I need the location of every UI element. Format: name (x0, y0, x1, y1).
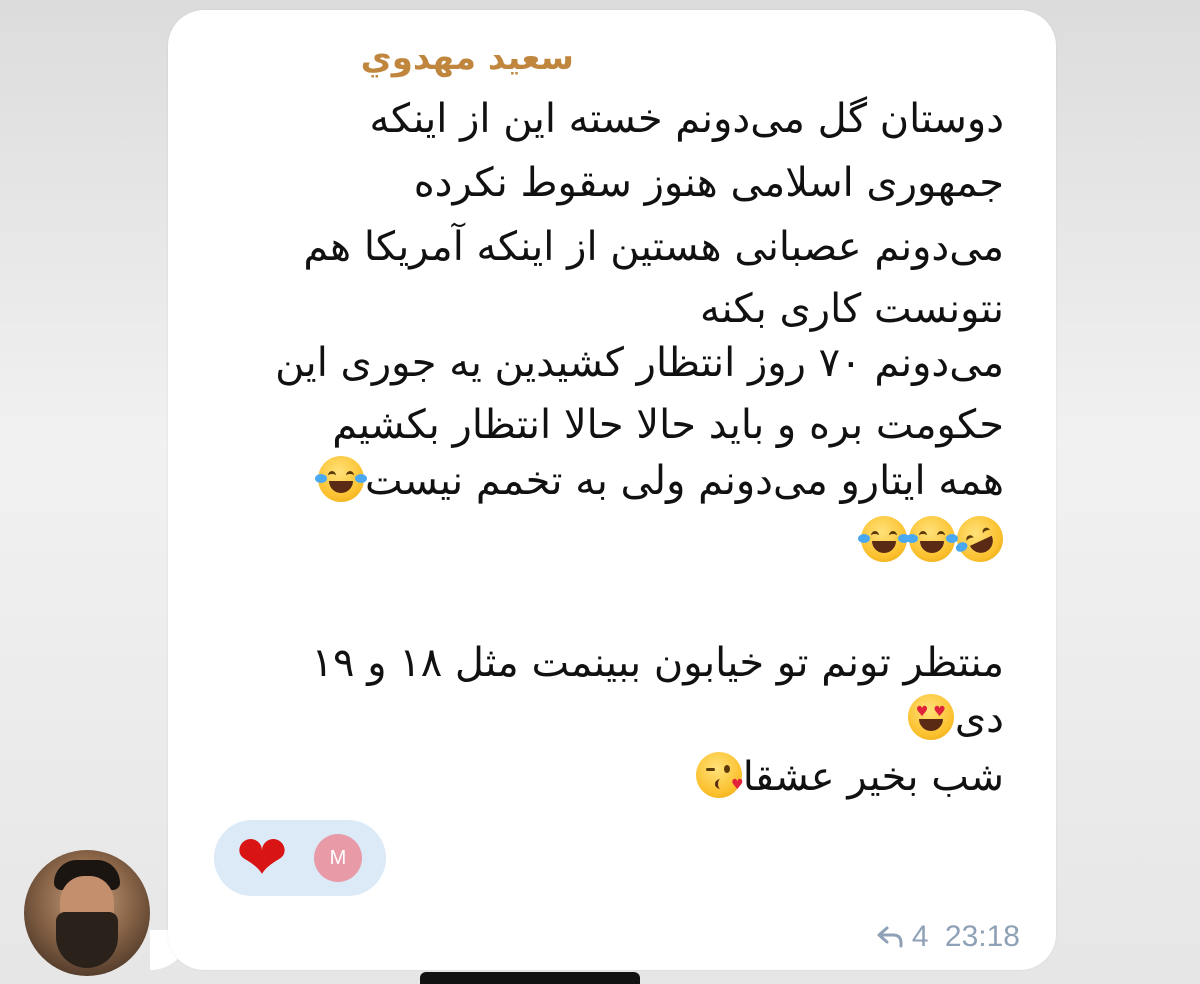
message-line: می‌دونم ۷۰ روز انتظار کشیدین یه جوری این (275, 340, 1004, 386)
message-line: نتونست کاری بکنه (700, 286, 1004, 332)
message-line: دی ♥ ♥ (907, 694, 1004, 742)
smiling-face-with-heart-eyes-icon: ♥ ♥ (907, 694, 954, 740)
sender-avatar[interactable] (24, 850, 150, 976)
face-blowing-a-kiss-icon: ♥ (695, 752, 744, 798)
reply-arrow-icon (877, 926, 903, 948)
reply-count: 4 (911, 920, 929, 953)
message-line: حکومت بره و باید حالا حالا انتظار بکشیم (332, 402, 1004, 448)
reaction-pill[interactable]: ❤ M (214, 820, 386, 896)
emoji-line (858, 508, 1011, 570)
face-with-tears-of-joy-icon (858, 516, 910, 562)
message-line: شب بخیر عشقا ♥ (695, 752, 1004, 800)
message-line: دوستان گل می‌دونم خسته این از اینکه (369, 96, 1004, 142)
reactor-avatar: M (314, 834, 362, 882)
message-time: 23:18 (944, 920, 1020, 953)
message-line: همه ایتارو می‌دونم ولی به تخمم نیست (314, 456, 1004, 504)
face-with-tears-of-joy-icon (314, 456, 367, 502)
message-line: منتظر تونم تو خیابون ببینمت مثل ۱۸ و ۱۹ (311, 640, 1004, 686)
bottom-edge (420, 972, 640, 984)
heart-icon[interactable]: ❤ (236, 824, 288, 892)
message-meta: 4 23:18 (876, 920, 1020, 954)
message-line: جمهوری اسلامی هنوز سقوط نکرده (413, 160, 1004, 206)
message-line: می‌دونم عصبانی هستین از اینکه آمریکا هم (303, 224, 1004, 270)
sender-name[interactable]: سعيد مهدوي (361, 38, 574, 78)
rolling-on-the-floor-laughing-icon (949, 508, 1011, 570)
face-with-tears-of-joy-icon (906, 516, 958, 562)
